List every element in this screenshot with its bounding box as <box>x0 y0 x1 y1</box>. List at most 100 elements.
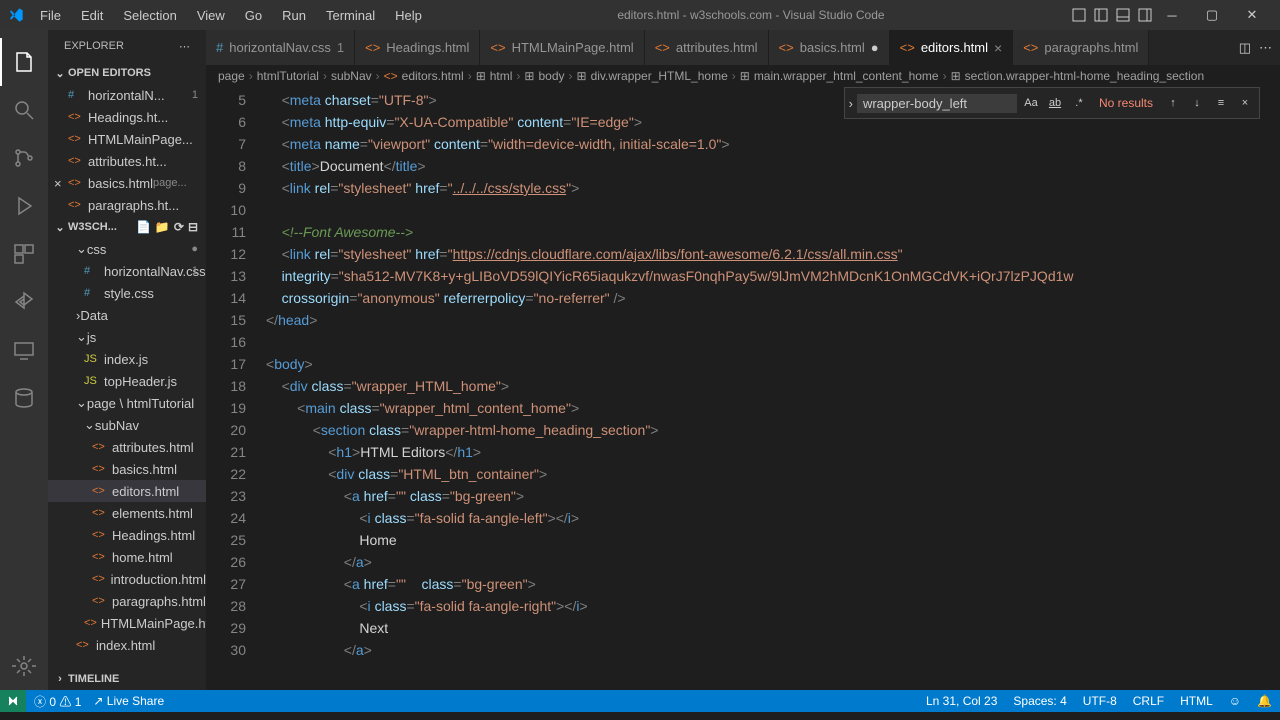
more-actions-icon[interactable]: ⋯ <box>1259 40 1272 56</box>
indent-status[interactable]: Spaces: 4 <box>1013 694 1066 708</box>
open-editor-item[interactable]: <>Headings.ht... <box>48 106 206 128</box>
file-item[interactable]: <>Headings.html <box>48 524 206 546</box>
tabs-bar: #horizontalNav.css 1 <>Headings.html <>H… <box>206 30 1280 65</box>
line-numbers: 5678910111213141516171819202122232425262… <box>206 87 266 690</box>
open-editor-item[interactable]: <>HTMLMainPage... <box>48 128 206 150</box>
language-status[interactable]: HTML <box>1180 694 1213 708</box>
file-item[interactable]: JSindex.js <box>48 348 206 370</box>
feedback-icon[interactable]: ☺ <box>1229 694 1241 708</box>
open-editor-item[interactable]: <>paragraphs.ht... <box>48 194 206 216</box>
folder-subnav[interactable]: ⌄subNav <box>48 414 206 436</box>
titlebar: File Edit Selection View Go Run Terminal… <box>0 0 1280 30</box>
collapse-icon[interactable]: ⊟ <box>188 220 198 234</box>
file-item[interactable]: <>elements.html <box>48 502 206 524</box>
tab-active[interactable]: <>editors.html× <box>890 30 1014 65</box>
prev-match-icon[interactable]: ↑ <box>1163 93 1183 113</box>
match-word-icon[interactable]: ab <box>1045 93 1065 113</box>
window-title: editors.html - w3schools.com - Visual St… <box>430 8 1072 22</box>
search-icon[interactable] <box>0 86 48 134</box>
find-widget: › Aa ab .* No results ↑ ↓ ≡ × <box>844 87 1260 119</box>
folder-page[interactable]: ⌄page \ htmlTutorial <box>48 392 206 414</box>
minimize-button[interactable]: ─ <box>1152 0 1192 30</box>
folder-data[interactable]: ›Data <box>48 304 206 326</box>
menu-view[interactable]: View <box>189 4 233 27</box>
menu-help[interactable]: Help <box>387 4 430 27</box>
find-results: No results <box>1093 96 1159 110</box>
cursor-position[interactable]: Ln 31, Col 23 <box>926 694 997 708</box>
layout-right-icon[interactable] <box>1138 8 1152 22</box>
close-tab-icon[interactable]: × <box>994 40 1002 56</box>
menu-file[interactable]: File <box>32 4 69 27</box>
tab[interactable]: <>Headings.html <box>355 30 480 65</box>
open-editors-header[interactable]: ⌄OPEN EDITORS <box>48 62 206 84</box>
liveshare-status[interactable]: ↗ Live Share <box>93 694 164 708</box>
refresh-icon[interactable]: ⟳ <box>174 220 184 234</box>
file-item[interactable]: <>index.html <box>48 634 206 656</box>
layout-sidebar-icon[interactable] <box>1094 8 1108 22</box>
statusbar: ⓧ 0 ⚠ 1 ↗ Live Share Ln 31, Col 23 Space… <box>0 690 1280 712</box>
maximize-button[interactable]: ▢ <box>1192 0 1232 30</box>
layout-icon[interactable] <box>1072 8 1086 22</box>
activity-bar <box>0 30 48 690</box>
file-item[interactable]: #horizontalNav.css1 <box>48 260 206 282</box>
file-item[interactable]: <>paragraphs.html <box>48 590 206 612</box>
encoding-status[interactable]: UTF-8 <box>1083 694 1117 708</box>
editor-body[interactable]: › Aa ab .* No results ↑ ↓ ≡ × 5678910111… <box>206 87 1280 690</box>
problems-indicator[interactable]: ⓧ 0 ⚠ 1 <box>34 693 81 710</box>
find-input[interactable] <box>857 94 1017 113</box>
sidebar-title: EXPLORER ⋯ <box>48 30 206 62</box>
menu-terminal[interactable]: Terminal <box>318 4 383 27</box>
menubar: File Edit Selection View Go Run Terminal… <box>32 4 430 27</box>
open-editor-item[interactable]: ×<>basics.html page... <box>48 172 206 194</box>
new-folder-icon[interactable]: 📁 <box>155 220 170 234</box>
file-item-active[interactable]: <>editors.html <box>48 480 206 502</box>
database-icon[interactable] <box>0 374 48 422</box>
next-match-icon[interactable]: ↓ <box>1187 93 1207 113</box>
breadcrumb[interactable]: page› htmlTutorial› subNav› <> editors.h… <box>206 65 1280 87</box>
close-find-icon[interactable]: × <box>1235 93 1255 113</box>
open-editor-item[interactable]: <>attributes.ht... <box>48 150 206 172</box>
folder-js[interactable]: ⌄js <box>48 326 206 348</box>
file-item[interactable]: <>attributes.html <box>48 436 206 458</box>
new-file-icon[interactable]: 📄 <box>136 220 151 234</box>
more-icon[interactable]: ⋯ <box>179 40 190 53</box>
match-case-icon[interactable]: Aa <box>1021 93 1041 113</box>
code-content[interactable]: <meta charset="UTF-8"> <meta http-equiv=… <box>266 87 1280 690</box>
notifications-icon[interactable]: 🔔 <box>1257 694 1272 708</box>
eol-status[interactable]: CRLF <box>1133 694 1164 708</box>
project-header[interactable]: ⌄W3SCH... 📄 📁 ⟳ ⊟ <box>48 216 206 238</box>
tab[interactable]: #horizontalNav.css 1 <box>206 30 355 65</box>
explorer-icon[interactable] <box>0 38 48 86</box>
open-editor-item[interactable]: #horizontalN...1 <box>48 84 206 106</box>
regex-icon[interactable]: .* <box>1069 93 1089 113</box>
split-editor-icon[interactable]: ◫ <box>1239 40 1251 56</box>
file-item[interactable]: <>basics.html <box>48 458 206 480</box>
liveshare-icon[interactable] <box>0 278 48 326</box>
source-control-icon[interactable] <box>0 134 48 182</box>
file-item[interactable]: <>home.html <box>48 546 206 568</box>
folder-css[interactable]: ⌄css● <box>48 238 206 260</box>
file-item[interactable]: <>HTMLMainPage.html <box>48 612 206 634</box>
tab[interactable]: <>paragraphs.html <box>1013 30 1149 65</box>
extensions-icon[interactable] <box>0 230 48 278</box>
find-selection-icon[interactable]: ≡ <box>1211 93 1231 113</box>
layout-panel-icon[interactable] <box>1116 8 1130 22</box>
menu-edit[interactable]: Edit <box>73 4 111 27</box>
tab[interactable]: <>basics.html● <box>769 30 890 65</box>
settings-gear-icon[interactable] <box>0 642 48 690</box>
close-button[interactable]: ✕ <box>1232 0 1272 30</box>
menu-run[interactable]: Run <box>274 4 314 27</box>
tab[interactable]: <>HTMLMainPage.html <box>480 30 644 65</box>
remote-icon[interactable] <box>0 326 48 374</box>
file-item[interactable]: JStopHeader.js <box>48 370 206 392</box>
file-item[interactable]: <>introduction.html <box>48 568 206 590</box>
tab[interactable]: <>attributes.html <box>645 30 769 65</box>
sidebar: EXPLORER ⋯ ⌄OPEN EDITORS #horizontalN...… <box>48 30 206 690</box>
menu-go[interactable]: Go <box>237 4 270 27</box>
menu-selection[interactable]: Selection <box>115 4 184 27</box>
remote-indicator[interactable] <box>0 690 26 712</box>
file-item[interactable]: #style.css <box>48 282 206 304</box>
find-expand-icon[interactable]: › <box>849 96 853 111</box>
timeline-header[interactable]: ›TIMELINE <box>48 668 206 690</box>
run-debug-icon[interactable] <box>0 182 48 230</box>
